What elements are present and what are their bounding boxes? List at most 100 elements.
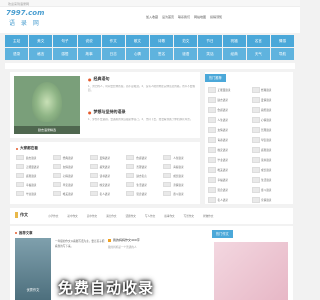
sidebar-item[interactable]: 爱情语录 (251, 96, 293, 103)
sidebar-item[interactable]: 伤感语录 (208, 106, 249, 113)
sidebar-item[interactable]: 经典语录 (251, 86, 293, 93)
tag-item[interactable]: 哲理语录 (126, 163, 159, 170)
sidebar-item[interactable]: 名人语录 (208, 196, 249, 203)
tag-item[interactable]: 励志语录 (16, 154, 49, 161)
sidebar-tab[interactable]: 热门推荐 (205, 74, 226, 82)
tag-item[interactable]: 晚安语录 (89, 181, 123, 188)
tag-item[interactable]: 正能量语录 (16, 163, 49, 170)
sidebar-item[interactable]: 搞笑语录 (251, 106, 293, 113)
nav-item[interactable]: 日志 (101, 48, 125, 60)
sidebar-item[interactable]: 晚安语录 (208, 146, 249, 153)
nav-item[interactable]: 句子 (53, 35, 77, 47)
zuowen-link[interactable]: 写人作文 (145, 214, 155, 218)
nav-item[interactable]: 导航 (270, 48, 295, 60)
sidebar-item[interactable]: 早安语录 (251, 136, 293, 143)
nav-item[interactable]: 经典 (222, 48, 246, 60)
tag-item[interactable]: 人生语录 (163, 154, 196, 161)
sidebar-item[interactable]: 生活语录 (251, 176, 293, 183)
sidebar-item[interactable]: 读书语录 (251, 156, 293, 163)
nav-item[interactable]: 诗歌 (150, 35, 174, 47)
header-link[interactable]: 加入收藏 (146, 15, 158, 19)
tag-label: 感恩语录 (26, 174, 37, 178)
zuowen-link[interactable]: 写景作文 (184, 214, 194, 218)
tag-item[interactable]: 唯美语录 (52, 190, 86, 197)
nav-item[interactable]: 说说 (77, 35, 101, 47)
tag-item[interactable]: 幸福语录 (16, 181, 49, 188)
header-link[interactable]: 网站地图 (194, 15, 206, 19)
sidebar-item[interactable]: 成长语录 (251, 166, 293, 173)
sidebar-item[interactable]: 思念语录 (208, 186, 249, 193)
featured-article[interactable]: ● 梦想与坚持的语录 1、梦想不会逃跑，会逃跑的永远都是你自己。2、坚持下去，终… (88, 109, 196, 126)
nav-item[interactable]: 节日 (198, 35, 222, 47)
tag-item[interactable]: 爱情语录 (89, 154, 123, 161)
sidebar-item[interactable]: 励志语录 (208, 96, 249, 103)
tag-item[interactable]: 搞笑语录 (89, 163, 123, 170)
nav-item[interactable]: 作文 (101, 35, 125, 47)
tag-item[interactable]: 经典语录 (52, 154, 86, 161)
tag-item[interactable]: 名人语录 (89, 190, 123, 197)
tag-item[interactable]: 感恩语录 (16, 172, 49, 179)
sidebar-item[interactable]: 感恩语录 (251, 146, 293, 153)
nav-item[interactable]: 散文 (125, 35, 150, 47)
tag-item[interactable]: 思念语录 (126, 190, 159, 197)
zuowen-article[interactable]: 我的妈妈作文400字 我的妈妈是一个普通的人 (108, 238, 208, 249)
header-link[interactable]: 投稿须知 (210, 15, 222, 19)
tag-item[interactable]: 奋斗语录 (163, 190, 196, 197)
nav-item[interactable]: 笑话 (198, 48, 222, 60)
sidebar-item[interactable]: 哲理语录 (251, 126, 293, 133)
zuowen-link[interactable]: 状物作文 (203, 214, 213, 218)
sidebar-item[interactable]: 唯美语录 (208, 166, 249, 173)
sidebar-item[interactable]: 亲情语录 (251, 196, 293, 203)
hot-zuowen-tab[interactable]: 热门作文 (212, 230, 233, 238)
tag-label: 搞笑语录 (99, 165, 110, 169)
tag-item[interactable]: 心情语录 (52, 172, 86, 179)
sidebar-item[interactable]: 毕业语录 (208, 156, 249, 163)
zuowen-link[interactable]: 满分作文 (106, 214, 116, 218)
tag-item[interactable]: 励志名言 (126, 172, 159, 179)
site-logo[interactable]: 7997.com 语 录 网 (6, 9, 58, 29)
nav-item[interactable]: 美文 (29, 35, 53, 47)
zuowen-link[interactable]: 初中作文 (67, 214, 77, 218)
nav-item[interactable]: 感悟 (53, 48, 77, 60)
sidebar-item[interactable]: 奋斗语录 (251, 186, 293, 193)
sidebar-item[interactable]: 青春语录 (208, 136, 249, 143)
tag-item[interactable]: 伤感语录 (126, 154, 159, 161)
tag-item[interactable]: 亲情语录 (163, 181, 196, 188)
nav-item[interactable]: 天气 (246, 48, 270, 60)
featured-thumbnail[interactable]: 励志语录精选 (14, 76, 80, 134)
sidebar-item[interactable]: 人生语录 (208, 116, 249, 123)
zuowen-link[interactable]: 高中作文 (87, 214, 97, 218)
sidebar-item[interactable]: 心情语录 (251, 116, 293, 123)
tag-item[interactable]: 成长语录 (163, 172, 196, 179)
tag-item[interactable]: 早安语录 (52, 181, 86, 188)
sidebar-hot: 热门推荐 正能量语录 经典语录 励志语录 爱情语录 伤感语录 搞笑语录 人生语录 心情语录 友情… (205, 72, 293, 204)
header-link[interactable]: 联系我们 (178, 15, 190, 19)
nav-item[interactable]: 故事 (77, 48, 101, 60)
nav-item[interactable]: 语录 (5, 48, 29, 60)
tag-item[interactable]: 生活语录 (126, 181, 159, 188)
nav-item[interactable]: 名言 (246, 35, 270, 47)
sidebar-item[interactable]: 正能量语录 (208, 86, 249, 93)
sidebar-item[interactable]: 幸福语录 (208, 176, 249, 183)
featured-article[interactable]: ● 经典语句 1、努力的人，时间会给你答案，而不是眼泪。2、没有人能替你走完你该… (88, 76, 196, 93)
tag-item[interactable]: 毕业语录 (16, 190, 49, 197)
nav-item[interactable]: 情感 (270, 35, 295, 47)
zuowen-link[interactable]: 叙事作文 (164, 214, 174, 218)
nav-item[interactable]: 范文 (174, 35, 198, 47)
zuowen-link[interactable]: 小学作文 (48, 214, 58, 218)
nav-item[interactable]: 主站 (5, 35, 29, 47)
nav-item[interactable]: 祝福 (222, 35, 246, 47)
nav-item[interactable]: 签名 (150, 48, 174, 60)
sidebar-item[interactable]: 友情语录 (208, 126, 249, 133)
zuowen-thumbnail[interactable]: 优秀作文 (15, 238, 51, 300)
header-link[interactable]: 设为首页 (162, 15, 174, 19)
nav-item[interactable]: 心情 (125, 48, 150, 60)
nav-item[interactable]: 谜语 (174, 48, 198, 60)
tag-item[interactable]: 读书语录 (89, 172, 123, 179)
nav-item[interactable]: 格言 (29, 48, 53, 60)
zuowen-link[interactable]: 话题作文 (126, 214, 136, 218)
tag-label: 名人语录 (99, 192, 110, 196)
tag-item[interactable]: 友情语录 (52, 163, 86, 170)
recommend-head: 推荐文章 (15, 230, 33, 235)
tag-item[interactable]: 青春语录 (163, 163, 196, 170)
